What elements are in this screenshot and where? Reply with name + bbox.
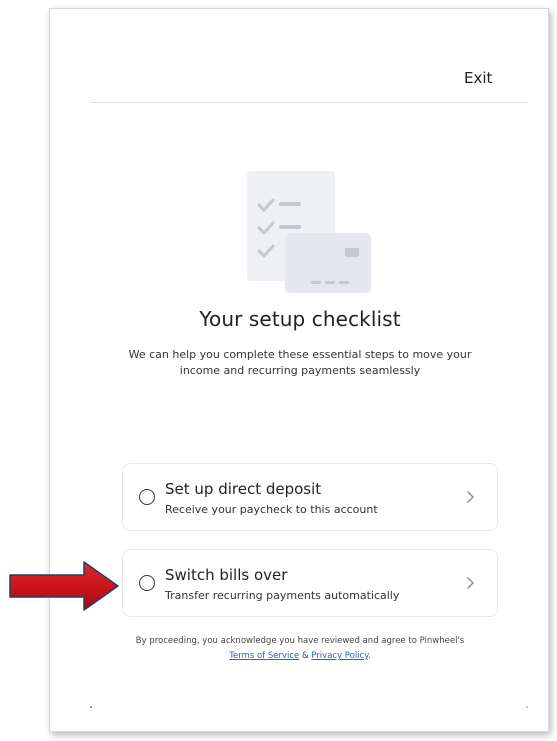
- checklist-card-illustration: [247, 171, 371, 293]
- switch-bills-option[interactable]: Switch bills over Transfer recurring pay…: [122, 549, 498, 617]
- legal-joiner: &: [299, 651, 312, 661]
- legal-disclaimer: By proceeding, you acknowledge you have …: [130, 634, 470, 664]
- chevron-right-icon: [467, 491, 474, 503]
- page-title: Your setup checklist: [199, 307, 401, 331]
- page-subtitle: We can help you complete these essential…: [128, 348, 472, 377]
- exit-button[interactable]: Exit: [464, 69, 492, 87]
- option-title: Switch bills over: [165, 566, 288, 584]
- option-description: Transfer recurring payments automaticall…: [165, 589, 400, 602]
- option-description: Receive your paycheck to this account: [165, 503, 378, 516]
- corner-mark: [526, 706, 528, 708]
- radio-button[interactable]: [139, 575, 155, 591]
- corner-mark: [90, 706, 92, 708]
- chevron-right-icon: [467, 577, 474, 589]
- direct-deposit-option[interactable]: Set up direct deposit Receive your paych…: [122, 463, 498, 531]
- legal-suffix: .: [368, 651, 371, 661]
- terms-of-service-link[interactable]: Terms of Service: [229, 651, 299, 661]
- radio-button[interactable]: [139, 489, 155, 505]
- option-title: Set up direct deposit: [165, 480, 322, 498]
- privacy-policy-link[interactable]: Privacy Policy: [311, 651, 368, 661]
- header-divider: [90, 102, 528, 103]
- red-arrow-pointer: [9, 561, 119, 611]
- checklist-modal: Exit Your setup checklist We can help yo…: [49, 8, 549, 732]
- legal-text: By proceeding, you acknowledge you have …: [135, 636, 465, 646]
